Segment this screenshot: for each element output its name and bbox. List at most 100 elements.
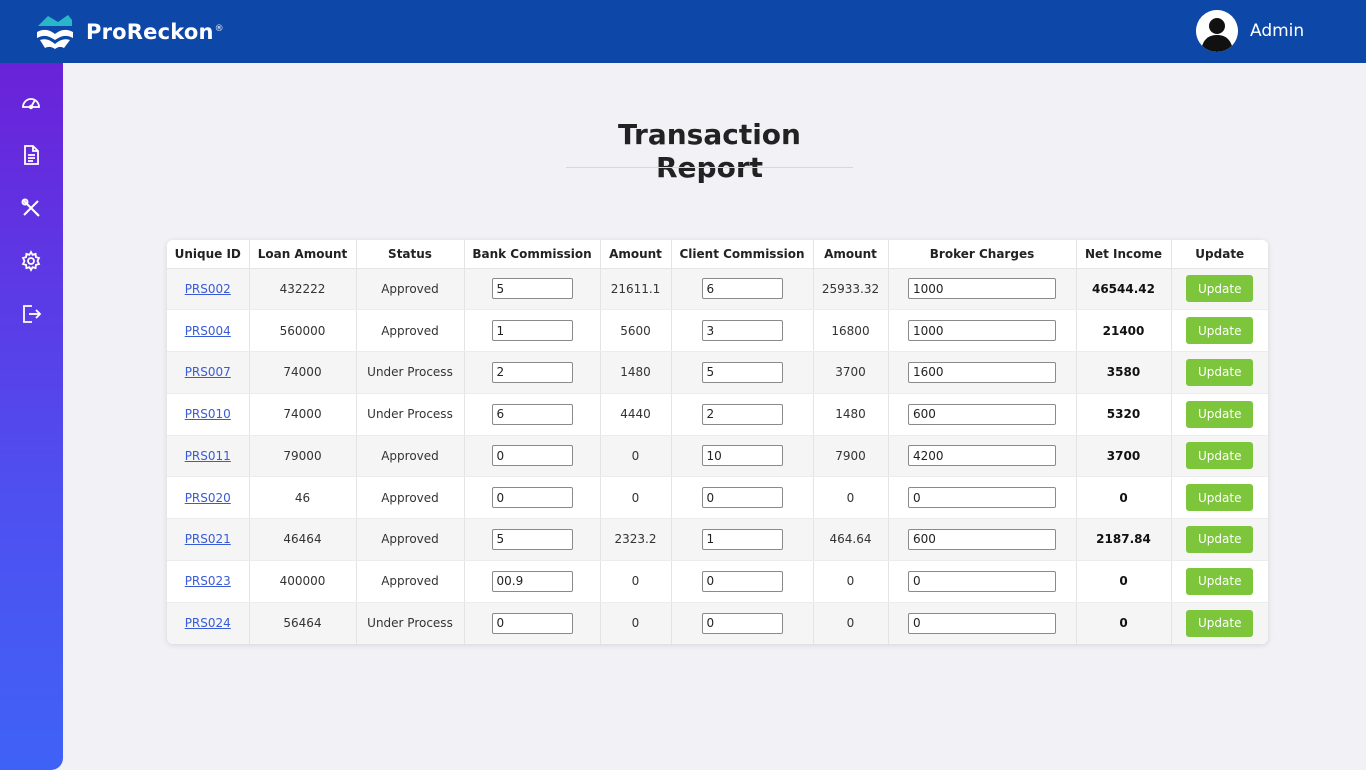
unique-id-link[interactable]: PRS002 (185, 282, 231, 296)
user-avatar-icon (1196, 10, 1238, 52)
broker-charges-cell (888, 435, 1077, 478)
unique-id-link[interactable]: PRS024 (185, 616, 231, 630)
update-button[interactable]: Update (1186, 567, 1254, 595)
user-menu[interactable]: Admin (1196, 10, 1304, 52)
status-cell: Under Process (356, 602, 465, 644)
client-commission-input[interactable] (701, 403, 783, 425)
broker-charges-input[interactable] (908, 528, 1056, 550)
update-button[interactable]: Update (1186, 525, 1254, 553)
unique-id-cell: PRS007 (167, 351, 250, 394)
client-commission-input[interactable] (701, 278, 783, 300)
broker-charges-cell (888, 560, 1077, 603)
client-commission-input[interactable] (701, 528, 783, 550)
bank-commission-cell (464, 309, 601, 352)
table-row: PRS004 560000Approved 5600 16800 21400 Update (167, 309, 1268, 352)
unique-id-cell: PRS023 (167, 560, 250, 603)
unique-id-link[interactable]: PRS007 (185, 365, 231, 379)
broker-charges-input[interactable] (908, 570, 1056, 592)
client-commission-input[interactable] (701, 487, 783, 509)
broker-charges-input[interactable] (908, 487, 1056, 509)
client-amount-cell: 16800 (813, 309, 889, 352)
unique-id-link[interactable]: PRS020 (185, 491, 231, 505)
client-commission-input[interactable] (701, 612, 783, 634)
update-button[interactable]: Update (1186, 442, 1254, 470)
transaction-table: Unique ID Loan Amount Status Bank Commis… (167, 240, 1268, 644)
update-cell: Update (1171, 393, 1268, 436)
table-row: PRS024 56464Under Process 0 0 0 Update (167, 602, 1268, 644)
update-cell: Update (1171, 518, 1268, 561)
loan-amount-cell: 74000 (249, 351, 357, 394)
table-header-row: Unique ID Loan Amount Status Bank Commis… (167, 240, 1268, 269)
broker-charges-input[interactable] (908, 612, 1056, 634)
loan-amount-cell: 432222 (249, 268, 357, 311)
net-income-cell: 3580 (1076, 351, 1172, 394)
update-cell: Update (1171, 268, 1268, 311)
bank-commission-input[interactable] (491, 612, 573, 634)
logout-icon[interactable] (20, 303, 42, 325)
document-icon[interactable] (20, 144, 42, 166)
update-cell: Update (1171, 560, 1268, 603)
bank-commission-input[interactable] (491, 487, 573, 509)
update-button[interactable]: Update (1186, 275, 1254, 303)
bank-commission-input[interactable] (491, 445, 573, 467)
update-button[interactable]: Update (1186, 317, 1254, 345)
unique-id-link[interactable]: PRS004 (185, 324, 231, 338)
update-button[interactable]: Update (1186, 484, 1254, 512)
update-cell: Update (1171, 435, 1268, 478)
unique-id-link[interactable]: PRS011 (185, 449, 231, 463)
bank-commission-input[interactable] (491, 361, 573, 383)
sidebar (0, 63, 63, 770)
unique-id-link[interactable]: PRS021 (185, 532, 231, 546)
net-income-cell: 5320 (1076, 393, 1172, 436)
tools-icon[interactable] (20, 197, 42, 219)
client-amount-cell: 0 (813, 602, 889, 644)
gear-icon[interactable] (20, 250, 42, 272)
net-income-cell: 0 (1076, 602, 1172, 644)
table-row: PRS007 74000Under Process 1480 3700 3580 Upda… (167, 351, 1268, 394)
table-row: PRS002 432222Approved 21611.1 25933.32 46544… (167, 268, 1268, 311)
client-commission-input[interactable] (701, 570, 783, 592)
update-cell: Update (1171, 476, 1268, 519)
status-cell: Approved (356, 268, 465, 311)
brand-name: ProReckon® (86, 20, 224, 44)
bank-commission-input[interactable] (491, 570, 573, 592)
dashboard-icon[interactable] (20, 91, 42, 113)
broker-charges-input[interactable] (908, 278, 1056, 300)
bank-commission-input[interactable] (491, 320, 573, 342)
net-income-cell: 0 (1076, 476, 1172, 519)
bank-commission-input[interactable] (491, 403, 573, 425)
table-row: PRS020 46Approved 0 0 0 Update (167, 476, 1268, 519)
update-button[interactable]: Update (1186, 358, 1254, 386)
bank-commission-cell (464, 560, 601, 603)
bank-amount-cell: 4440 (600, 393, 672, 436)
header-bank-amount: Amount (600, 240, 672, 269)
bank-commission-input[interactable] (491, 528, 573, 550)
client-amount-cell: 25933.32 (813, 268, 889, 311)
unique-id-link[interactable]: PRS023 (185, 574, 231, 588)
broker-charges-input[interactable] (908, 320, 1056, 342)
status-cell: Approved (356, 476, 465, 519)
logo-icon (37, 15, 73, 49)
status-cell: Under Process (356, 351, 465, 394)
client-commission-cell (671, 268, 814, 311)
bank-commission-cell (464, 268, 601, 311)
net-income-cell: 0 (1076, 560, 1172, 603)
broker-charges-input[interactable] (908, 403, 1056, 425)
unique-id-link[interactable]: PRS010 (185, 407, 231, 421)
brand[interactable]: ProReckon® (34, 12, 224, 52)
bank-commission-input[interactable] (491, 278, 573, 300)
client-commission-input[interactable] (701, 445, 783, 467)
broker-charges-input[interactable] (908, 361, 1056, 383)
update-button[interactable]: Update (1186, 400, 1254, 428)
broker-charges-input[interactable] (908, 445, 1056, 467)
update-button[interactable]: Update (1186, 609, 1254, 637)
broker-charges-cell (888, 602, 1077, 644)
client-commission-cell (671, 560, 814, 603)
client-commission-input[interactable] (701, 320, 783, 342)
bank-amount-cell: 0 (600, 560, 672, 603)
loan-amount-cell: 560000 (249, 309, 357, 352)
client-amount-cell: 7900 (813, 435, 889, 478)
client-commission-input[interactable] (701, 361, 783, 383)
transaction-table-card: Unique ID Loan Amount Status Bank Commis… (167, 240, 1268, 644)
broker-charges-cell (888, 268, 1077, 311)
